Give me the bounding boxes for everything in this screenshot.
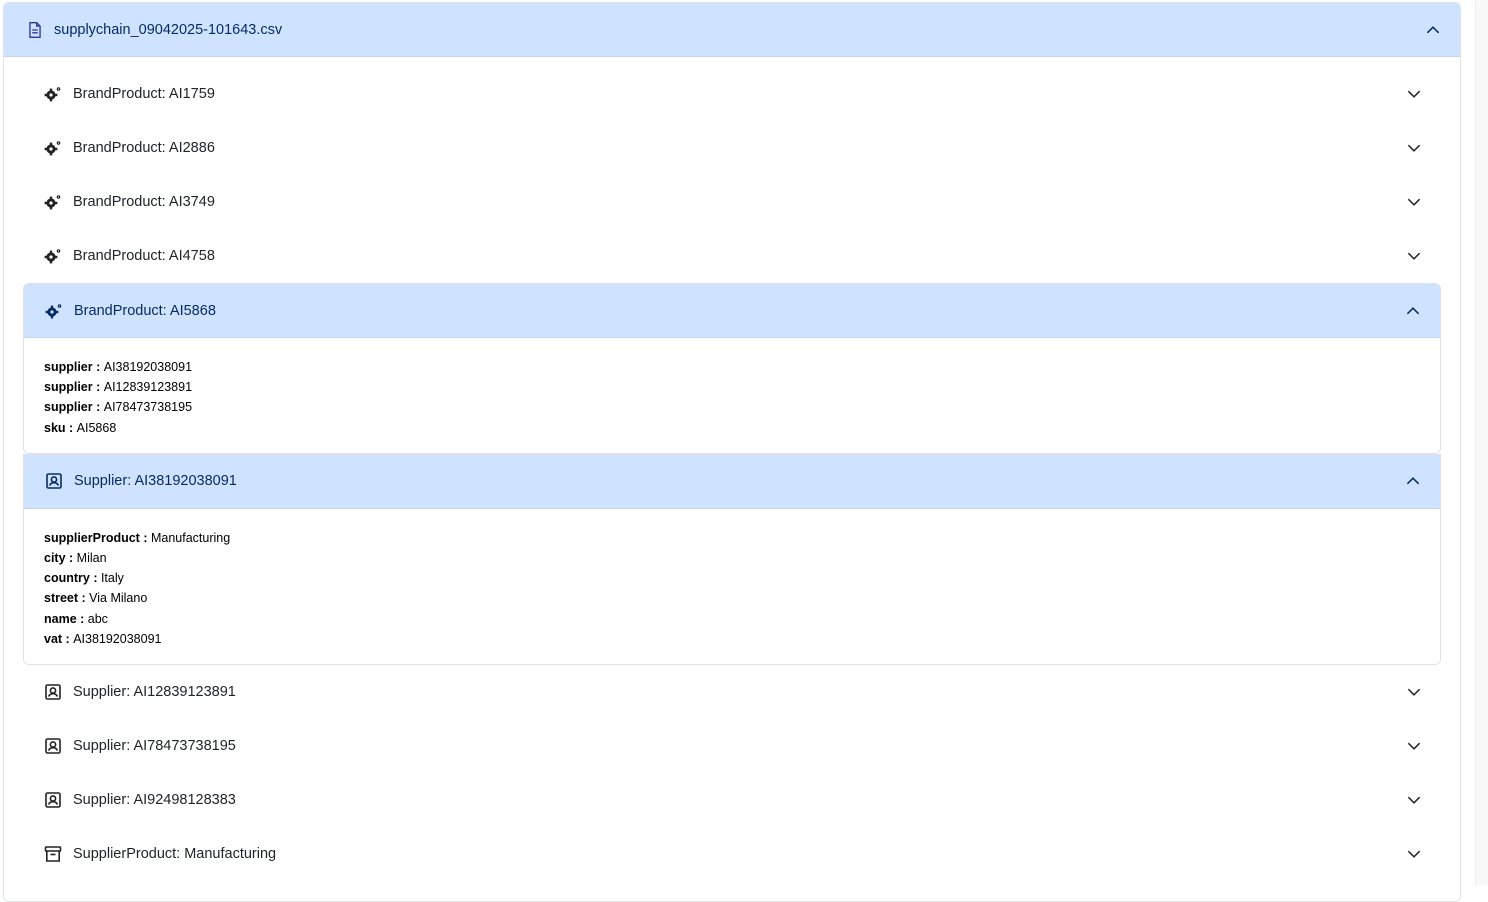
archive-icon [43, 844, 63, 864]
detail-row: supplier : AI38192038091 [44, 360, 193, 374]
brandproduct-item[interactable]: BrandProduct: AI4758 [23, 229, 1441, 283]
chevron-down-icon[interactable] [1405, 139, 1423, 157]
scrollbar[interactable] [1475, 0, 1488, 885]
brandproduct-open-header[interactable]: BrandProduct: AI5868 [24, 284, 1440, 338]
detail-row: supplier : AI78473738195 [44, 400, 193, 415]
item-label: Supplier: AI92498128383 [73, 792, 236, 809]
supplier-item[interactable]: Supplier: AI12839123891 [23, 665, 1441, 719]
gears-icon [43, 84, 63, 104]
detail-row: vat : AI38192038091 [44, 631, 162, 646]
chevron-down-icon[interactable] [1405, 791, 1423, 809]
chevron-down-icon[interactable] [1405, 247, 1423, 265]
item-label: BrandProduct: AI4758 [73, 248, 215, 264]
brandproduct-item[interactable]: BrandProduct: AI2886 [23, 121, 1441, 175]
chevron-up-icon[interactable] [1404, 472, 1422, 490]
detail-row: country : Italy [44, 571, 124, 586]
person-badge-icon [43, 682, 63, 702]
file-accordion-body: BrandProduct: AI1759 BrandProduct: AI288… [4, 57, 1460, 881]
supplier-open-panel: Supplier: AI38192038091 supplierProduct … [23, 453, 1441, 666]
person-badge-icon [43, 736, 63, 756]
chevron-down-icon[interactable] [1405, 683, 1423, 701]
gears-icon [43, 192, 63, 212]
gears-icon [43, 246, 63, 266]
item-label: Supplier: AI12839123891 [73, 684, 236, 701]
detail-row: name : abc [44, 611, 108, 626]
detail-row: city : Milan [44, 551, 107, 566]
person-badge-icon [43, 790, 63, 810]
file-name: supplychain_09042025-101643.csv [54, 21, 283, 38]
supplier-item[interactable]: Supplier: AI78473738195 [23, 719, 1441, 773]
item-label: BrandProduct: AI1759 [73, 86, 215, 102]
supplier-item[interactable]: Supplier: AI92498128383 [23, 773, 1441, 827]
chevron-down-icon[interactable] [1405, 845, 1423, 863]
chevron-up-icon[interactable] [1404, 302, 1422, 320]
gears-icon [44, 301, 64, 321]
chevron-up-icon[interactable] [1424, 21, 1442, 39]
item-label: BrandProduct: AI5868 [74, 302, 216, 319]
detail-row: sku : AI5868 [44, 420, 117, 435]
item-label: Supplier: AI38192038091 [74, 473, 237, 490]
supplierproduct-item[interactable]: SupplierProduct: Manufacturing [23, 827, 1441, 881]
brandproduct-item[interactable]: BrandProduct: AI1759 [23, 67, 1441, 121]
brandproduct-item[interactable]: BrandProduct: AI3749 [23, 175, 1441, 229]
file-text-icon [26, 21, 44, 39]
chevron-down-icon[interactable] [1405, 193, 1423, 211]
file-accordion-header[interactable]: supplychain_09042025-101643.csv [4, 3, 1460, 57]
detail-row: supplier : AI12839123891 [44, 380, 193, 395]
item-label: BrandProduct: AI3749 [73, 194, 215, 210]
item-label: BrandProduct: AI2886 [73, 140, 215, 156]
brandproduct-details: supplier : AI38192038091 supplier : AI12… [24, 338, 1440, 453]
detail-row: supplierProduct : Manufacturing [44, 530, 231, 545]
chevron-down-icon[interactable] [1405, 85, 1423, 103]
gears-icon [43, 138, 63, 158]
supplier-open-header[interactable]: Supplier: AI38192038091 [24, 454, 1440, 509]
person-badge-icon [44, 471, 64, 491]
brandproduct-open-panel: BrandProduct: AI5868 supplier : AI381920… [23, 283, 1441, 454]
file-accordion: supplychain_09042025-101643.csv BrandPro… [3, 2, 1461, 902]
supplier-details: supplierProduct : Manufacturing city : M… [24, 509, 1440, 664]
item-label: Supplier: AI78473738195 [73, 738, 236, 755]
chevron-down-icon[interactable] [1405, 737, 1423, 755]
detail-row: street : Via Milano [44, 591, 148, 606]
item-label: SupplierProduct: Manufacturing [73, 846, 277, 863]
